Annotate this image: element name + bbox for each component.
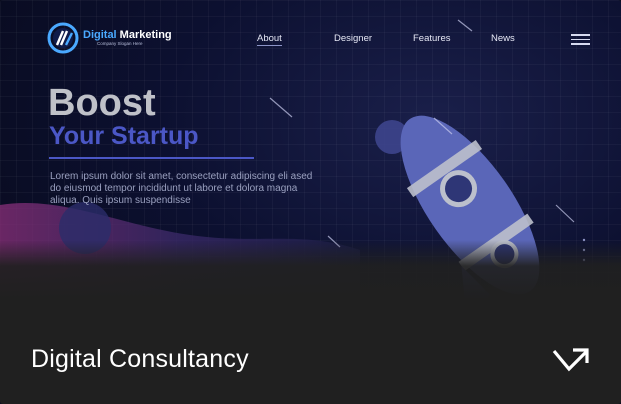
card-caption: Digital Consultancy xyxy=(31,345,249,373)
hero-title: Boost xyxy=(48,82,156,124)
arrow-up-right-icon[interactable] xyxy=(552,346,590,373)
hero-subtitle: Your Startup xyxy=(49,122,199,150)
logo-title: Digital Marketing xyxy=(83,28,172,41)
hamburger-menu-icon[interactable] xyxy=(571,34,590,48)
logo[interactable]: Digital Marketing Company Slogan Here xyxy=(46,21,172,55)
logo-tagline: Company Slogan Here xyxy=(97,40,143,46)
nav-item-about[interactable]: About xyxy=(257,33,282,46)
hero-divider xyxy=(49,157,254,159)
logo-icon xyxy=(47,22,79,54)
hero-body-text: Lorem ipsum dolor sit amet, consectetur … xyxy=(50,171,313,206)
portfolio-card[interactable]: Digital Marketing Company Slogan Here Ab… xyxy=(0,0,621,404)
nav-item-news[interactable]: News xyxy=(491,33,515,44)
caption-overlay xyxy=(0,240,621,404)
nav-item-designer[interactable]: Designer xyxy=(334,33,372,44)
nav-item-features[interactable]: Features xyxy=(413,33,451,44)
